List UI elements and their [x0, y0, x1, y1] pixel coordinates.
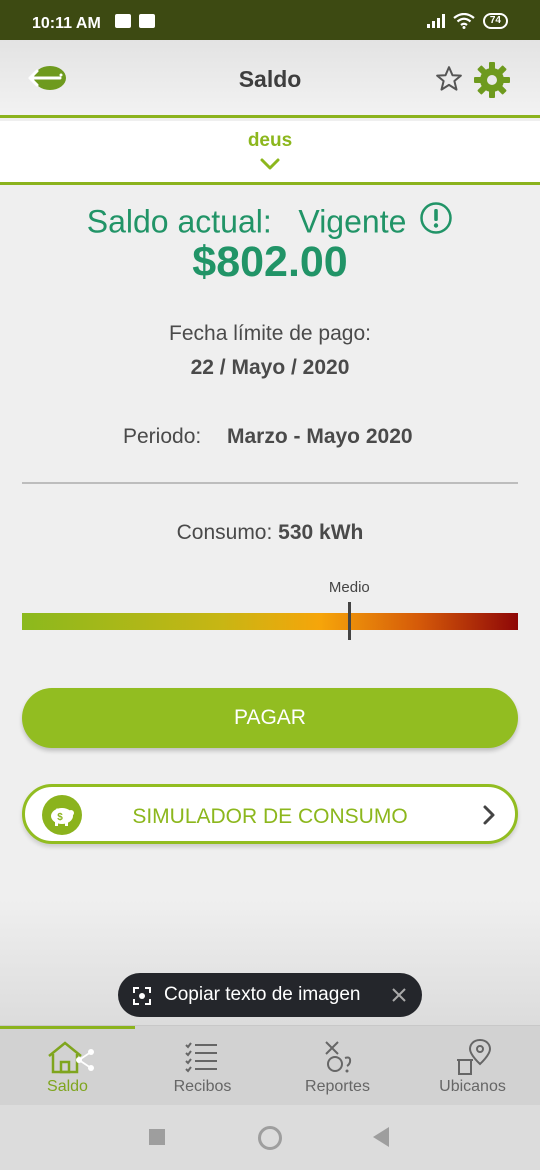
settings-button[interactable]: [472, 60, 512, 100]
close-icon[interactable]: [390, 986, 408, 1004]
report-icon: [324, 1041, 351, 1073]
nav-label-reportes: Reportes: [305, 1078, 370, 1095]
period-label: Periodo:: [123, 425, 202, 448]
scan-icon: [133, 987, 151, 1005]
bottom-navigation: Saldo Recibos Reportes Ubicanos: [0, 1025, 540, 1105]
balance-amount: $802.00: [192, 238, 348, 286]
balance-status-line: Saldo actual: Vigente: [0, 201, 540, 243]
toast-text: Copiar texto de imagen: [164, 984, 361, 1005]
consumption-gauge: [22, 613, 518, 630]
gauge-marker: [347, 602, 351, 640]
battery-indicator: 74: [482, 13, 508, 29]
gauge-level-label: Medio: [328, 579, 370, 596]
app-bar: Saldo: [0, 40, 540, 118]
consumption-label: Consumo:: [176, 521, 273, 544]
wifi-icon: [453, 13, 475, 29]
mail-notification-icon: [139, 14, 155, 28]
gear-icon: [474, 62, 510, 98]
nav-label-ubicanos: Ubicanos: [439, 1078, 506, 1095]
account-name: deus: [247, 130, 293, 151]
simulator-label: SIMULADOR DE CONSUMO: [132, 805, 408, 828]
due-date-label: Fecha límite de pago:: [169, 322, 371, 345]
period-value: Marzo - Mayo 2020: [227, 425, 413, 448]
active-tab-indicator: [0, 1026, 135, 1029]
copy-text-toast[interactable]: Copiar texto de imagen: [118, 973, 422, 1017]
checklist-icon: [184, 1042, 217, 1073]
chevron-down-icon: [260, 158, 280, 170]
star-icon: [436, 66, 462, 91]
nav-item-recibos[interactable]: Recibos: [135, 1038, 270, 1098]
nav-label-saldo: Saldo: [47, 1078, 88, 1095]
account-selector[interactable]: deus: [0, 121, 540, 185]
chevron-right-icon: [483, 805, 495, 825]
system-back-button[interactable]: [373, 1127, 389, 1147]
recents-button[interactable]: [149, 1129, 165, 1145]
consumption-line: Consumo: 530 kWh: [0, 521, 540, 545]
alert-info-icon[interactable]: [419, 201, 453, 243]
home-button[interactable]: [258, 1126, 282, 1150]
balance-label: Saldo actual:: [86, 203, 272, 240]
consumption-value: 530 kWh: [278, 521, 364, 544]
system-navigation-bar: [0, 1105, 540, 1170]
signal-icon: [426, 14, 445, 28]
status-time: 10:11 AM: [32, 15, 101, 32]
home-icon: [47, 1041, 94, 1074]
consumption-simulator-button[interactable]: $ SIMULADOR DE CONSUMO: [22, 784, 518, 844]
location-icon: [456, 1038, 491, 1075]
balance-status: Vigente: [298, 203, 407, 240]
status-bar: 10:11 AM 74: [0, 0, 540, 40]
nav-label-recibos: Recibos: [173, 1078, 232, 1095]
chat-notification-icon: [115, 14, 131, 28]
nav-item-saldo[interactable]: Saldo: [0, 1038, 135, 1098]
divider: [22, 482, 518, 484]
nav-item-ubicanos[interactable]: Ubicanos: [405, 1038, 540, 1098]
due-date-value: 22 / Mayo / 2020: [190, 356, 350, 379]
favorite-button[interactable]: [434, 64, 464, 94]
nav-item-reportes[interactable]: Reportes: [270, 1038, 405, 1098]
pay-button[interactable]: PAGAR: [22, 688, 518, 748]
